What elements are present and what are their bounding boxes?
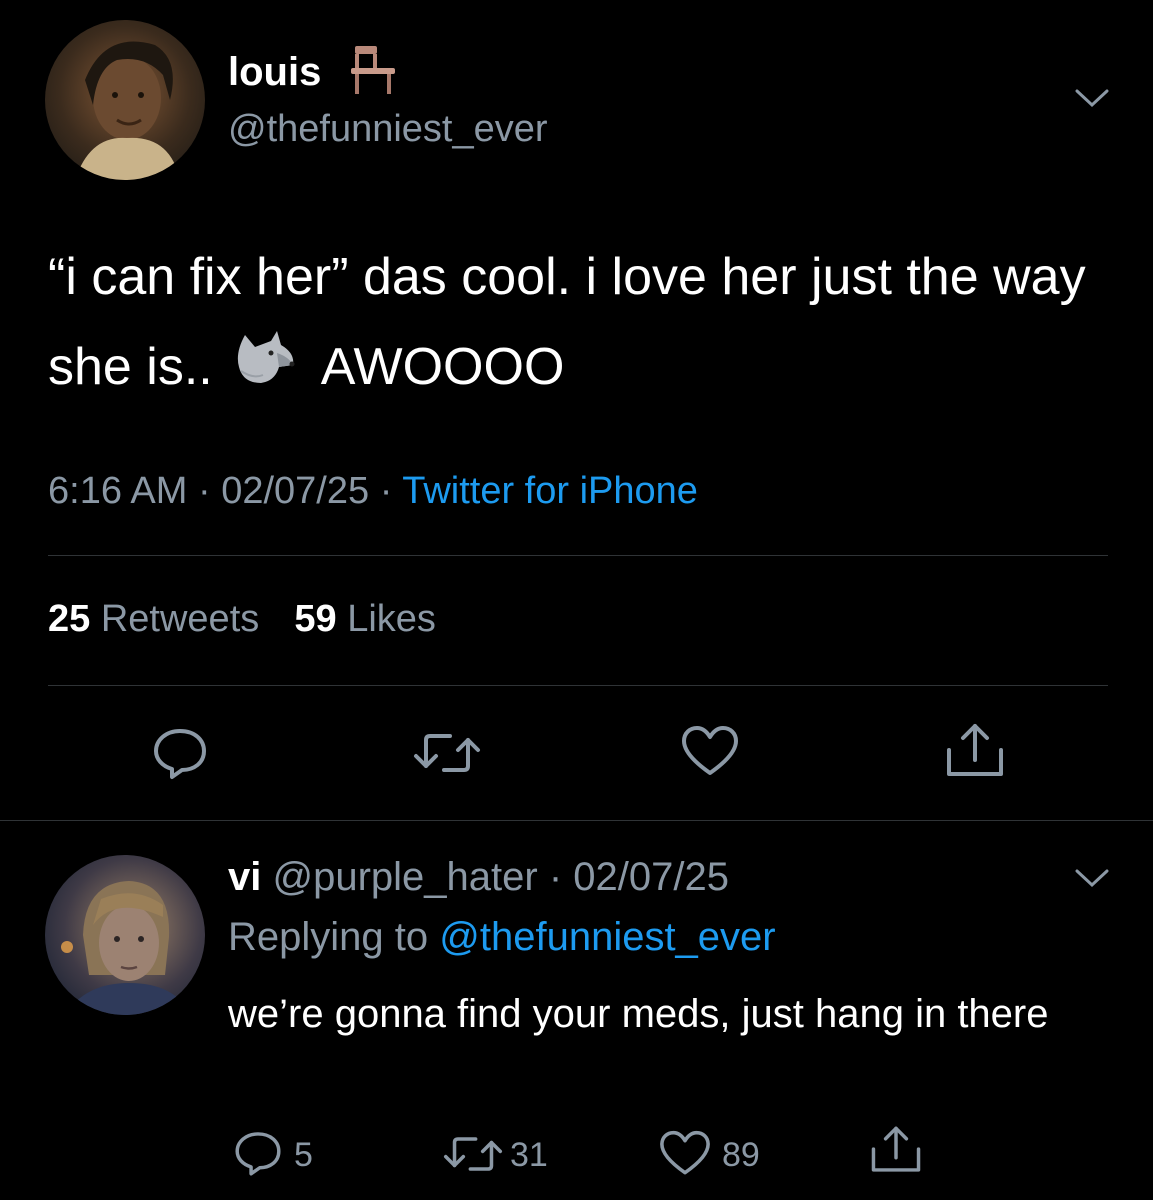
heart-icon xyxy=(682,726,738,775)
like-button[interactable] xyxy=(680,725,740,779)
tweet-time: 6:16 AM xyxy=(48,470,188,512)
reply-like-count: 89 xyxy=(722,1136,760,1174)
avatar[interactable] xyxy=(45,20,205,180)
chevron-down-icon[interactable] xyxy=(1075,868,1109,893)
replying-to-line: Replying to @thefunniest_ever xyxy=(228,915,776,960)
reply-handle[interactable]: @purple_hater xyxy=(272,855,537,899)
reply-text: we’re gonna find your meds, just hang in… xyxy=(228,992,1049,1036)
reply-display-name[interactable]: vi xyxy=(228,855,261,899)
heart-icon xyxy=(660,1130,710,1175)
share-icon xyxy=(871,1126,921,1172)
retweet-icon xyxy=(414,734,480,772)
display-name[interactable]: louis xyxy=(228,50,321,95)
share-icon xyxy=(947,724,1003,776)
retweet-label[interactable]: Retweets xyxy=(101,598,259,640)
reply-date: 02/07/25 xyxy=(573,855,729,899)
retweet-count[interactable]: 25 xyxy=(48,598,90,640)
share-button[interactable] xyxy=(945,722,1005,780)
reply-count: 5 xyxy=(294,1136,313,1174)
replying-to-mention[interactable]: @thefunniest_ever xyxy=(439,915,775,959)
like-label[interactable]: Likes xyxy=(347,598,436,640)
reply-retweet-button[interactable] xyxy=(442,1132,504,1176)
reply-button[interactable] xyxy=(150,725,210,781)
reply-like-button[interactable] xyxy=(658,1130,712,1178)
reply-icon xyxy=(154,729,206,779)
replying-to-label: Replying to xyxy=(228,915,429,959)
reply-icon xyxy=(235,1132,281,1176)
reply-reply-button[interactable] xyxy=(232,1128,284,1178)
like-count[interactable]: 59 xyxy=(294,598,336,640)
divider xyxy=(48,685,1108,686)
reply-header: vi @purple_hater · 02/07/25 xyxy=(228,855,729,899)
tweet-text-part1: “i can fix her” das cool. i love her jus… xyxy=(48,248,1086,396)
tweet-date: 02/07/25 xyxy=(221,470,370,512)
engagement-stats: 25 Retweets 59 Likes xyxy=(48,598,436,641)
chevron-down-icon[interactable] xyxy=(1075,88,1109,113)
reply-share-button[interactable] xyxy=(870,1124,922,1176)
wolf-icon xyxy=(231,325,297,415)
tweet-meta: 6:16 AM · 02/07/25 · Twitter for iPhone xyxy=(48,470,698,512)
tweet-source-link[interactable]: Twitter for iPhone xyxy=(402,470,698,512)
retweet-icon xyxy=(443,1137,503,1171)
divider xyxy=(0,820,1153,821)
retweet-button[interactable] xyxy=(412,728,482,778)
reply-avatar[interactable] xyxy=(45,855,205,1015)
tweet-text: “i can fix her” das cool. i love her jus… xyxy=(48,232,1118,415)
divider xyxy=(48,555,1108,556)
handle[interactable]: @thefunniest_ever xyxy=(228,108,548,151)
tweet-text-part2: AWOOOO xyxy=(320,338,565,396)
reply-retweet-count: 31 xyxy=(510,1136,548,1174)
chair-icon xyxy=(345,44,401,101)
